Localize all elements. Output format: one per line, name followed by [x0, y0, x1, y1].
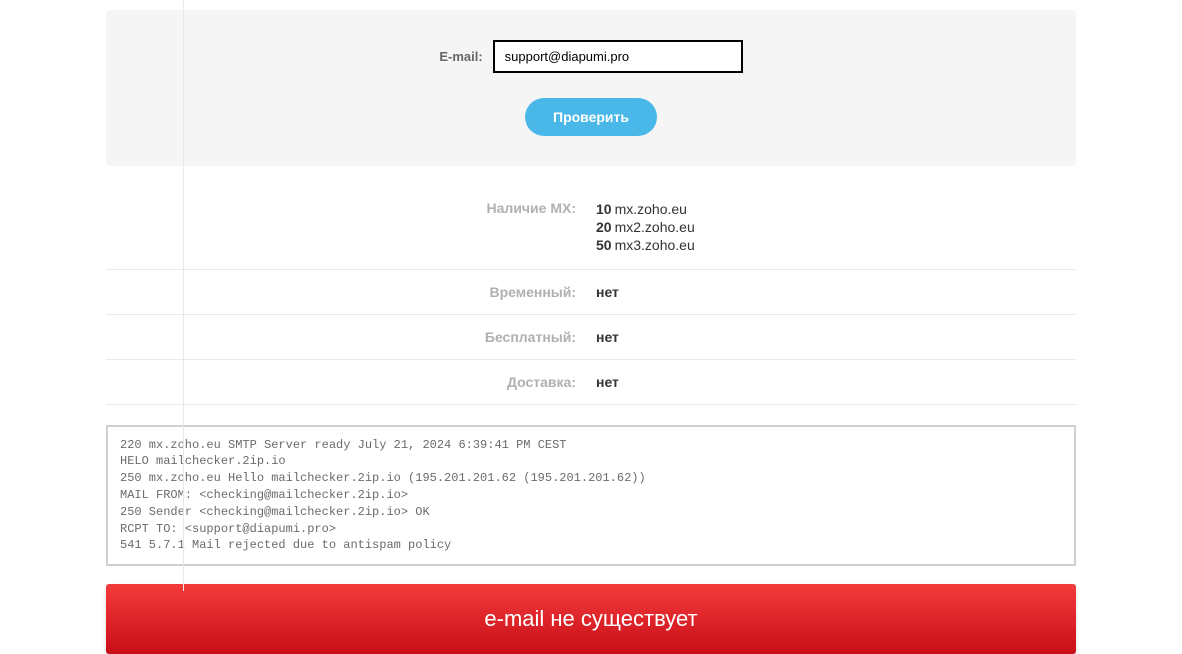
- mx-value: 10mx.zoho.eu 20mx2.zoho.eu 50mx3.zoho.eu: [591, 200, 1076, 255]
- email-form-row: E-mail:: [146, 40, 1036, 73]
- mx-record-0: 10mx.zoho.eu: [596, 200, 1076, 218]
- email-input[interactable]: [493, 40, 743, 73]
- delivery-label: Доставка:: [106, 374, 591, 390]
- free-value: нет: [591, 329, 1076, 345]
- sidebar-divider: [183, 0, 184, 591]
- temporary-row: Временный: нет: [106, 270, 1076, 315]
- mx-label: Наличие MX:: [106, 200, 591, 216]
- alert-box: e-mail не существует: [106, 584, 1076, 654]
- results-table: Наличие MX: 10mx.zoho.eu 20mx2.zoho.eu 5…: [106, 186, 1076, 405]
- mx-record-1: 20mx2.zoho.eu: [596, 218, 1076, 236]
- free-label: Бесплатный:: [106, 329, 591, 345]
- delivery-value: нет: [591, 374, 1076, 390]
- email-label: E-mail:: [439, 49, 482, 64]
- email-form-section: E-mail: Проверить: [106, 10, 1076, 166]
- mx-record-2: 50mx3.zoho.eu: [596, 236, 1076, 254]
- smtp-log: 220 mx.zoho.eu SMTP Server ready July 21…: [106, 425, 1076, 567]
- free-row: Бесплатный: нет: [106, 315, 1076, 360]
- check-button[interactable]: Проверить: [525, 98, 657, 136]
- delivery-row: Доставка: нет: [106, 360, 1076, 405]
- mx-row: Наличие MX: 10mx.zoho.eu 20mx2.zoho.eu 5…: [106, 186, 1076, 270]
- temporary-value: нет: [591, 284, 1076, 300]
- temporary-label: Временный:: [106, 284, 591, 300]
